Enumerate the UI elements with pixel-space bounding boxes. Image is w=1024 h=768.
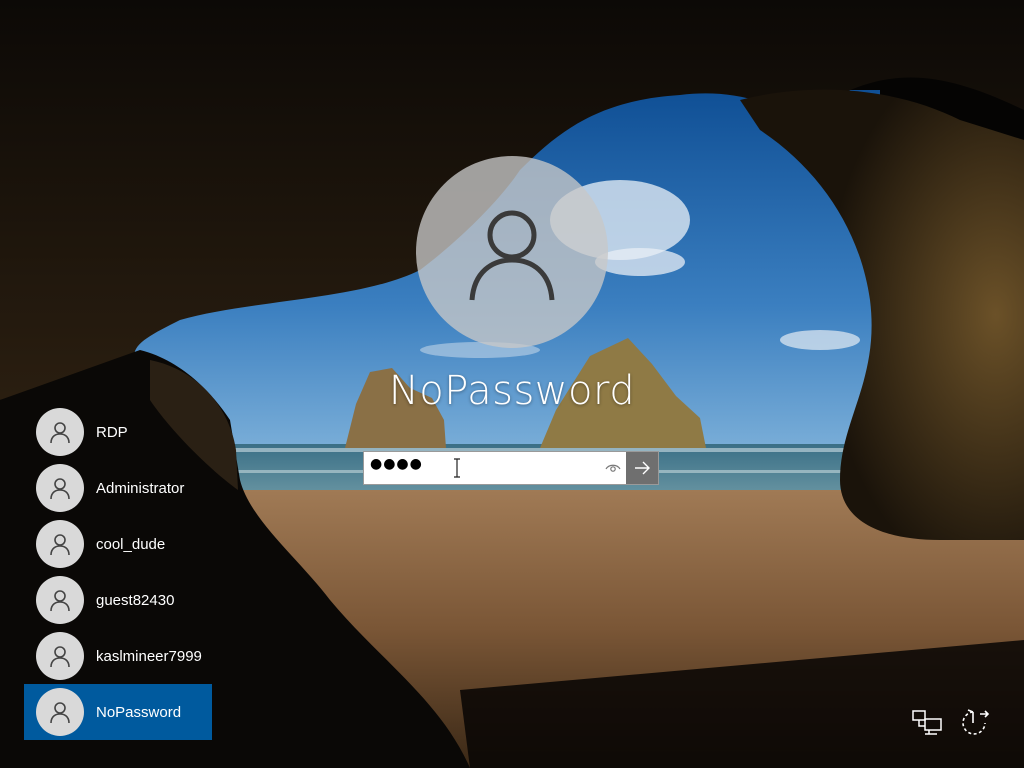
user-item-rdp[interactable]: RDP xyxy=(24,404,212,460)
user-item-administrator[interactable]: Administrator xyxy=(24,460,212,516)
user-icon xyxy=(50,478,70,500)
user-item-nopassword[interactable]: NoPassword xyxy=(24,684,212,740)
network-button[interactable] xyxy=(910,706,944,740)
user-item-label: guest82430 xyxy=(96,591,175,609)
arrow-right-icon xyxy=(635,461,650,475)
user-item-cool-dude[interactable]: cool_dude xyxy=(24,516,212,572)
avatar xyxy=(36,520,84,568)
selected-user-name: NoPassword xyxy=(388,368,636,414)
password-field[interactable]: ●●●● xyxy=(370,456,598,480)
user-item-label: NoPassword xyxy=(96,703,182,721)
user-item-label: RDP xyxy=(96,423,128,441)
user-item-label: kaslmineer7999 xyxy=(96,647,202,665)
user-icon xyxy=(50,534,70,556)
user-icon xyxy=(50,590,70,612)
avatar xyxy=(36,408,84,456)
user-item-label: Administrator xyxy=(96,479,185,497)
text-cursor-icon xyxy=(454,458,460,478)
user-icon xyxy=(50,422,70,444)
user-icon xyxy=(50,646,70,668)
user-icon xyxy=(50,702,70,724)
user-item-label: cool_dude xyxy=(96,535,166,553)
avatar xyxy=(36,688,84,736)
avatar xyxy=(36,576,84,624)
user-icon xyxy=(469,210,555,301)
user-avatar-large xyxy=(416,156,608,348)
user-item-kaslmineer7999[interactable]: kaslmineer7999 xyxy=(24,628,212,684)
password-box[interactable]: ●●●● xyxy=(363,451,659,485)
submit-button[interactable] xyxy=(626,452,658,484)
user-switcher-list: RDP Administrator cool_dude guest82430 k… xyxy=(24,404,212,740)
user-item-guest82430[interactable]: guest82430 xyxy=(24,572,212,628)
power-button[interactable] xyxy=(958,706,992,740)
avatar xyxy=(36,632,84,680)
network-icon xyxy=(912,710,942,735)
reveal-password-icon[interactable] xyxy=(604,460,622,476)
power-icon xyxy=(962,709,990,735)
avatar xyxy=(36,464,84,512)
